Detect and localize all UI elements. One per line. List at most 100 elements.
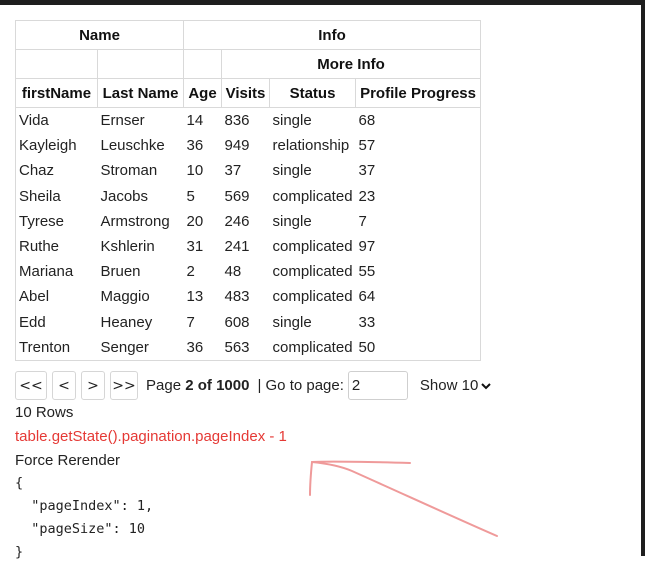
cell-firstname: Vida — [15, 107, 98, 134]
cell-progress: 37 — [355, 158, 482, 184]
column-header-progress[interactable]: Profile Progress — [355, 78, 482, 108]
cell-age: 5 — [186, 187, 195, 205]
next-page-button[interactable]: > — [81, 371, 105, 400]
header-row-columns: firstName Last Name Age Visits Status Pr… — [15, 78, 482, 108]
cell-visits: 608 — [224, 313, 250, 331]
cell-progress: 55 — [355, 259, 482, 285]
table-row: Chaz Stroman 10 37 single 37 — [15, 158, 482, 184]
cell-age: 31 — [186, 238, 204, 256]
column-header-firstname[interactable]: firstName — [15, 78, 98, 108]
table-row: Sheila Jacobs 5 569 complicated 23 — [15, 183, 482, 209]
cell-lastname: Stroman — [100, 162, 158, 180]
cell-age: 20 — [186, 212, 204, 230]
pagination-state-json: { "pageIndex": 1, "pageSize": 10 } — [15, 475, 154, 560]
cell-status: single — [272, 313, 312, 331]
cell-visits: 241 — [224, 238, 250, 256]
cell-progress: 68 — [355, 107, 482, 134]
cell-progress: 64 — [355, 284, 482, 310]
placeholder-header — [97, 49, 184, 79]
cell-age: 13 — [186, 288, 204, 306]
cell-status: relationship — [272, 137, 350, 155]
last-page-button[interactable]: >> — [110, 371, 138, 400]
table-row: Vida Ernser 14 836 single 68 — [15, 107, 482, 134]
cell-status: complicated — [269, 334, 356, 361]
cell-firstname: Trenton — [15, 334, 98, 361]
cell-progress: 57 — [355, 133, 482, 159]
column-header-visits[interactable]: Visits — [221, 78, 270, 108]
page-indicator: Page 2 of 1000 — [146, 377, 249, 394]
cell-age: 36 — [183, 334, 222, 361]
page-label: Page — [146, 377, 182, 394]
header-row-subgroups: More Info — [15, 49, 482, 79]
cell-lastname: Jacobs — [100, 187, 149, 205]
cell-firstname: Ruthe — [15, 233, 98, 260]
pagination-bar: << < > >> Page 2 of 1000 | Go to page: S… — [15, 370, 492, 401]
table-row: Tyrese Armstrong 20 246 single 7 — [15, 208, 482, 234]
cell-firstname: Abel — [15, 284, 98, 310]
data-table: Name Info More Info firstName Last Name … — [15, 20, 482, 361]
cell-visits: 949 — [224, 137, 250, 155]
cell-firstname: Edd — [15, 309, 98, 335]
cell-visits: 569 — [224, 187, 250, 205]
cell-visits: 37 — [224, 162, 242, 180]
column-header-status[interactable]: Status — [268, 78, 357, 108]
cell-progress: 23 — [355, 183, 482, 209]
group-header-name: Name — [15, 20, 184, 50]
cell-firstname: Mariana — [15, 259, 98, 285]
cell-status: single — [272, 212, 312, 230]
force-rerender-button[interactable]: Force Rerender — [15, 452, 120, 469]
goto-label: | Go to page: — [257, 377, 344, 394]
cell-visits: 48 — [224, 263, 242, 281]
first-page-button[interactable]: << — [15, 371, 47, 400]
page-size-value: Show 10 — [419, 377, 479, 394]
group-header-info: Info — [182, 20, 482, 50]
placeholder-header — [15, 49, 98, 79]
page-of: of — [197, 377, 212, 394]
cell-status: complicated — [272, 263, 353, 281]
cell-visits: 483 — [224, 288, 250, 306]
page-total: 1000 — [216, 377, 250, 394]
cell-firstname: Chaz — [15, 158, 98, 184]
cell-progress: 33 — [355, 309, 482, 335]
page-size-select[interactable]: Show 10 — [419, 377, 492, 394]
cell-status: complicated — [272, 187, 353, 205]
page-current: 2 — [185, 377, 194, 394]
cell-visits: 246 — [224, 212, 250, 230]
cell-lastname: Armstrong — [100, 212, 170, 230]
previous-page-button[interactable]: < — [52, 371, 76, 400]
column-header-age[interactable]: Age — [183, 78, 222, 108]
cell-age: 36 — [186, 137, 204, 155]
cell-firstname: Kayleigh — [15, 133, 98, 159]
cell-progress: 7 — [355, 208, 482, 234]
cell-lastname: Ernser — [100, 112, 145, 130]
cell-lastname: Kshlerin — [100, 238, 155, 256]
table-row: Mariana Bruen 2 48 complicated 55 — [15, 259, 482, 285]
column-header-lastname[interactable]: Last Name — [97, 78, 184, 108]
chevron-down-icon — [481, 382, 492, 389]
cell-age: 7 — [186, 313, 195, 331]
cell-progress: 50 — [355, 334, 482, 361]
cell-age: 10 — [186, 162, 204, 180]
cell-lastname: Leuschke — [100, 137, 165, 155]
goto-page-input[interactable] — [347, 371, 408, 400]
cell-lastname: Heaney — [100, 313, 153, 331]
cell-age: 2 — [186, 263, 195, 281]
cell-status: complicated — [272, 288, 353, 306]
table-row: Trenton Senger 36 563 complicated 50 — [15, 334, 482, 361]
cell-visits: 836 — [224, 112, 250, 130]
cell-lastname: Bruen — [100, 263, 141, 281]
window-right-border — [641, 0, 645, 556]
cell-lastname: Senger — [97, 334, 184, 361]
cell-status: complicated — [272, 238, 353, 256]
cell-progress: 97 — [355, 233, 482, 260]
rows-count: 10 Rows — [15, 404, 74, 421]
table-body: Vida Ernser 14 836 single 68 Kayleigh Leuschke 3… — [15, 107, 482, 361]
cell-visits: 563 — [221, 334, 270, 361]
group-header-more-info: More Info — [220, 49, 482, 79]
placeholder-header — [183, 49, 222, 79]
cell-firstname: Tyrese — [15, 208, 98, 234]
cell-lastname: Maggio — [100, 288, 150, 306]
cell-status: single — [272, 162, 312, 180]
page-index-expression: table.getState().pagination.pageIndex - … — [15, 428, 287, 445]
table-row: Abel Maggio 13 483 complicated 64 — [15, 284, 482, 310]
